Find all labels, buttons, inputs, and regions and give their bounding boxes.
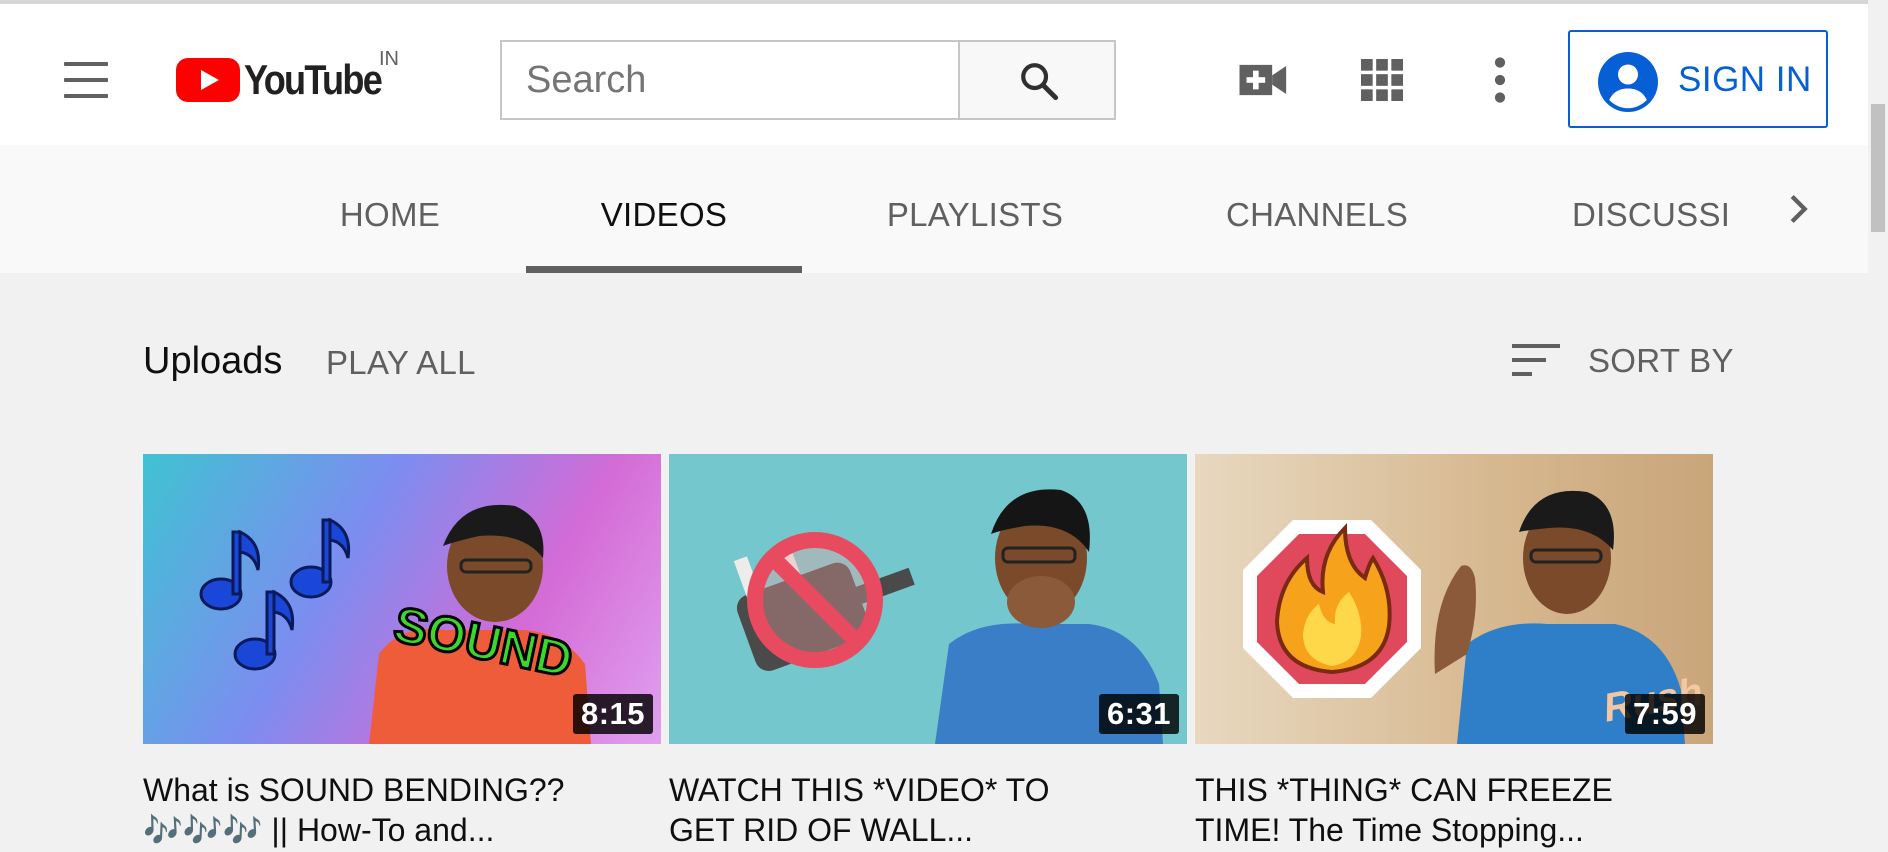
video-title[interactable]: What is SOUND BENDING?? 🎶🎶🎶 || How-To an…: [143, 770, 661, 850]
video-camera-plus-icon[interactable]: [1236, 52, 1292, 108]
tab-home[interactable]: HOME: [320, 145, 460, 273]
video-title-line: WATCH THIS *VIDEO* TO: [669, 772, 1050, 808]
video-title[interactable]: THIS *THING* CAN FREEZE TIME! The Time S…: [1195, 770, 1713, 850]
youtube-logo[interactable]: YouTube IN: [176, 48, 436, 108]
channel-tabs: HOME VIDEOS PLAYLISTS CHANNELS DISCUSSIO…: [0, 145, 1868, 273]
video-title-line: THIS *THING* CAN FREEZE: [1195, 772, 1613, 808]
video-duration: 7:59: [1624, 694, 1705, 734]
video-title-line: What is SOUND BENDING??: [143, 772, 565, 808]
sort-label: SORT BY: [1588, 342, 1734, 379]
account-circle-icon: [1598, 52, 1658, 112]
youtube-channel-page: YouTube IN Search SIGN IN HOME VIDEOS PL…: [0, 0, 1888, 852]
music-note-emoji: 🎶🎶🎶: [143, 812, 263, 848]
masthead: YouTube IN Search SIGN IN: [0, 0, 1868, 145]
logo-text: YouTube: [244, 56, 383, 103]
play-all-button[interactable]: PLAY ALL: [326, 344, 476, 382]
video-thumbnail[interactable]: SOUND 8:15: [143, 454, 661, 744]
video-card[interactable]: 6:31 WATCH THIS *VIDEO* TO GET RID OF WA…: [669, 454, 1187, 850]
sign-in-label: SIGN IN: [1678, 60, 1812, 99]
sign-in-button[interactable]: SIGN IN: [1568, 30, 1828, 128]
apps-grid-icon[interactable]: [1354, 52, 1410, 108]
video-duration: 6:31: [1098, 694, 1179, 734]
page-scrollbar[interactable]: [1868, 0, 1888, 852]
video-title-line: TIME! The Time Stopping...: [1195, 812, 1584, 848]
tab-channels[interactable]: CHANNELS: [1200, 145, 1434, 273]
country-code: IN: [379, 48, 399, 70]
chevron-right-icon[interactable]: [1778, 189, 1818, 229]
video-card[interactable]: Rush 7:59 THIS *THING* CAN FREEZE TIME! …: [1195, 454, 1713, 850]
section-title: Uploads: [143, 340, 283, 382]
video-title-line: || How-To and...: [262, 812, 495, 848]
video-title[interactable]: WATCH THIS *VIDEO* TO GET RID OF WALL...: [669, 770, 1187, 850]
video-title-line: GET RID OF WALL...: [669, 812, 974, 848]
active-tab-indicator: [526, 266, 802, 273]
hamburger-icon[interactable]: [56, 54, 116, 106]
tab-videos[interactable]: VIDEOS: [526, 145, 802, 273]
search-button[interactable]: [958, 40, 1116, 120]
video-duration: 8:15: [572, 694, 653, 734]
video-thumbnail[interactable]: 6:31: [669, 454, 1187, 744]
video-thumbnail[interactable]: Rush 7:59: [1195, 454, 1713, 744]
search-input[interactable]: [500, 40, 960, 120]
youtube-play-logo-icon: [176, 58, 240, 102]
video-card[interactable]: SOUND 8:15 What is SOUND BENDING?? 🎶🎶🎶 |…: [143, 454, 661, 850]
sort-icon: [1512, 344, 1560, 380]
more-vertical-icon[interactable]: [1472, 52, 1528, 108]
scrollbar-thumb[interactable]: [1871, 104, 1885, 232]
search-icon: [1021, 63, 1059, 101]
tab-discussion[interactable]: DISCUSSION: [1572, 145, 1730, 273]
tab-playlists[interactable]: PLAYLISTS: [870, 145, 1080, 273]
